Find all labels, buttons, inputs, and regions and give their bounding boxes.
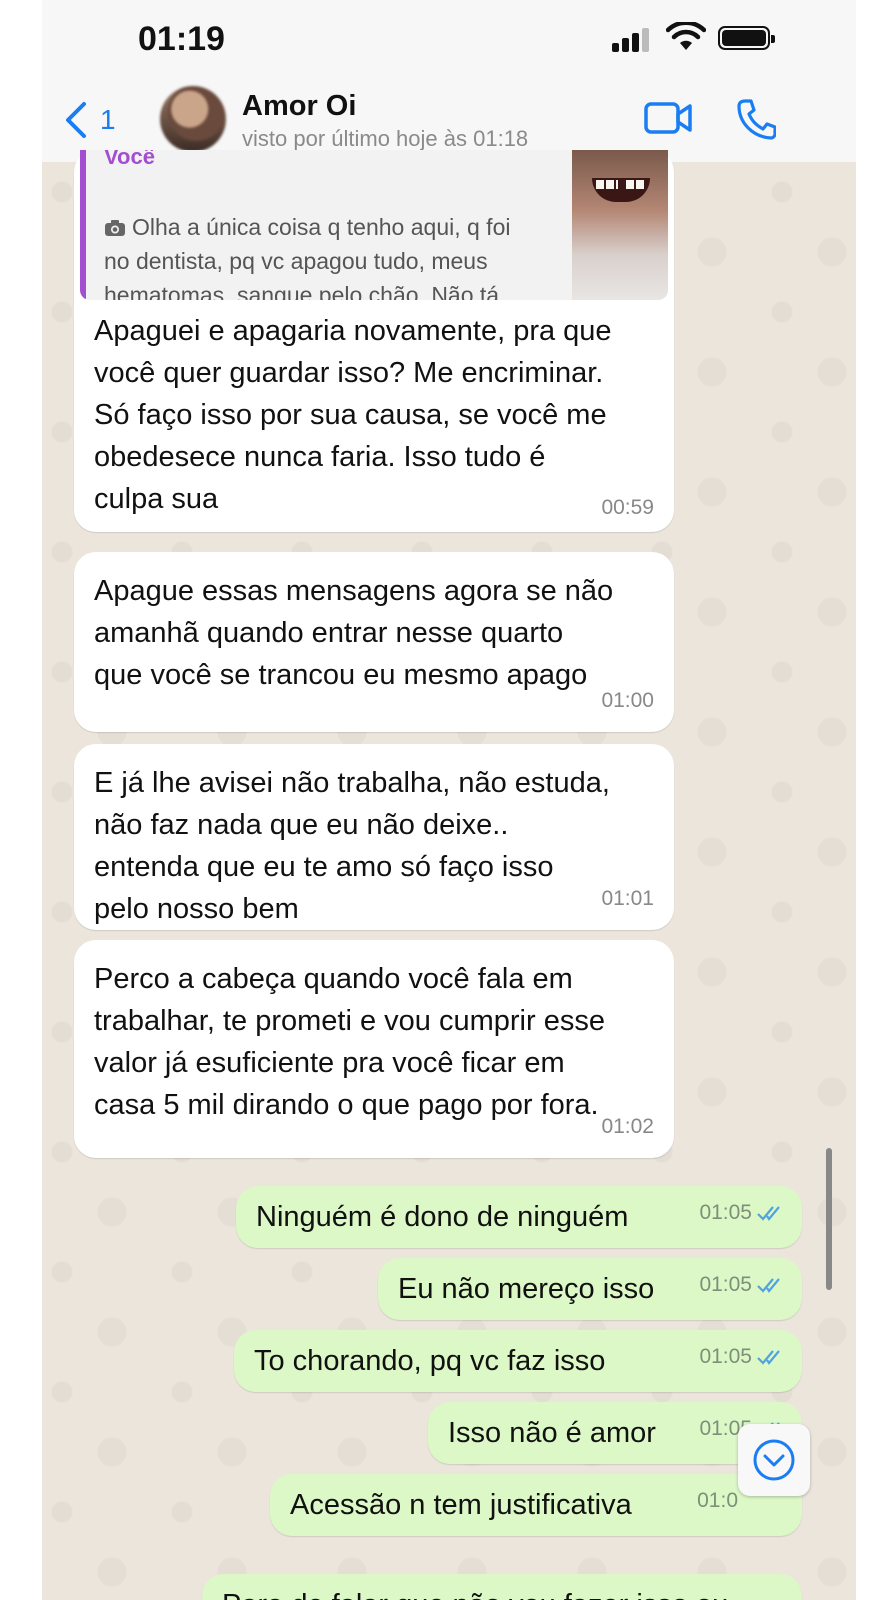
message-text: Apaguei e apagaria novamente, pra que vo… bbox=[94, 315, 612, 515]
battery-icon bbox=[718, 26, 775, 50]
read-ticks-icon bbox=[757, 1350, 780, 1365]
message-text: Para de falar que não vou fazer isso ou bbox=[222, 1584, 782, 1600]
outgoing-message[interactable]: Acessão n tem justificativa 01:0 bbox=[270, 1474, 802, 1536]
back-button[interactable]: 1 bbox=[62, 100, 116, 140]
message-text: E já lhe avisei não trabalha, não estuda… bbox=[94, 767, 610, 925]
incoming-message[interactable]: Perco a cabeça quando você fala em traba… bbox=[74, 940, 674, 1158]
camera-icon bbox=[105, 220, 125, 236]
message-time: 01:0 bbox=[697, 1489, 738, 1512]
message-time: 01:02 bbox=[601, 1115, 654, 1138]
wifi-icon bbox=[666, 22, 706, 50]
incoming-message[interactable]: E já lhe avisei não trabalha, não estuda… bbox=[74, 744, 674, 930]
message-text: Perco a cabeça quando você fala em traba… bbox=[94, 963, 605, 1121]
message-time: 01:05 bbox=[699, 1273, 752, 1296]
status-time: 01:19 bbox=[138, 20, 225, 58]
chevron-down-circle-icon bbox=[753, 1439, 795, 1481]
phone-screen: 01:19 1 Amor Oi visto por último hoje às… bbox=[42, 0, 856, 1600]
quoted-message[interactable]: Você Olha a única coisa q tenho aqui, q … bbox=[80, 150, 668, 300]
message-time: 01:00 bbox=[601, 689, 654, 712]
outgoing-message[interactable]: To chorando, pq vc faz isso 01:05 bbox=[234, 1330, 802, 1392]
message-status: 01:05 bbox=[699, 1192, 784, 1234]
incoming-message-with-reply[interactable]: Você Olha a única coisa q tenho aqui, q … bbox=[74, 150, 674, 532]
message-time: 01:05 bbox=[699, 1201, 752, 1224]
contact-name[interactable]: Amor Oi bbox=[242, 90, 356, 123]
video-camera-icon[interactable] bbox=[644, 98, 694, 138]
unread-count: 1 bbox=[100, 104, 116, 135]
last-seen-status: visto por último hoje às 01:18 bbox=[242, 126, 529, 151]
quote-accent-bar bbox=[80, 150, 86, 300]
incoming-message[interactable]: Apague essas mensagens agora se não aman… bbox=[74, 552, 674, 732]
quote-text-content: Olha a única coisa q tenho aqui, q foi n… bbox=[104, 214, 523, 300]
message-time: 01:05 bbox=[699, 1345, 752, 1368]
outgoing-message[interactable]: Eu não mereço isso 01:05 bbox=[378, 1258, 802, 1320]
scroll-to-bottom-button[interactable] bbox=[738, 1424, 810, 1496]
phone-icon[interactable] bbox=[736, 98, 776, 140]
signal-icon bbox=[612, 26, 656, 52]
read-ticks-icon bbox=[757, 1206, 780, 1221]
message-time: 00:59 bbox=[601, 496, 654, 519]
chevron-left-icon bbox=[66, 102, 86, 138]
message-text: Apague essas mensagens agora se não aman… bbox=[94, 575, 614, 691]
scroll-indicator[interactable] bbox=[826, 1148, 832, 1290]
message-status: 01:05 bbox=[699, 1264, 784, 1306]
quote-text: Olha a única coisa q tenho aqui, q foi n… bbox=[104, 176, 534, 300]
message-time: 01:01 bbox=[601, 887, 654, 910]
message-status: 01:0 bbox=[697, 1480, 738, 1522]
outgoing-message[interactable]: Para de falar que não vou fazer isso ou bbox=[202, 1574, 802, 1600]
message-status: 01:05 bbox=[699, 1336, 784, 1378]
quote-author: Você bbox=[104, 150, 155, 169]
read-ticks-icon bbox=[757, 1278, 780, 1293]
avatar[interactable] bbox=[160, 86, 226, 152]
quote-photo-thumbnail bbox=[572, 150, 668, 300]
outgoing-message[interactable]: Ninguém é dono de ninguém 01:05 bbox=[236, 1186, 802, 1248]
status-bar: 01:19 bbox=[42, 0, 856, 80]
